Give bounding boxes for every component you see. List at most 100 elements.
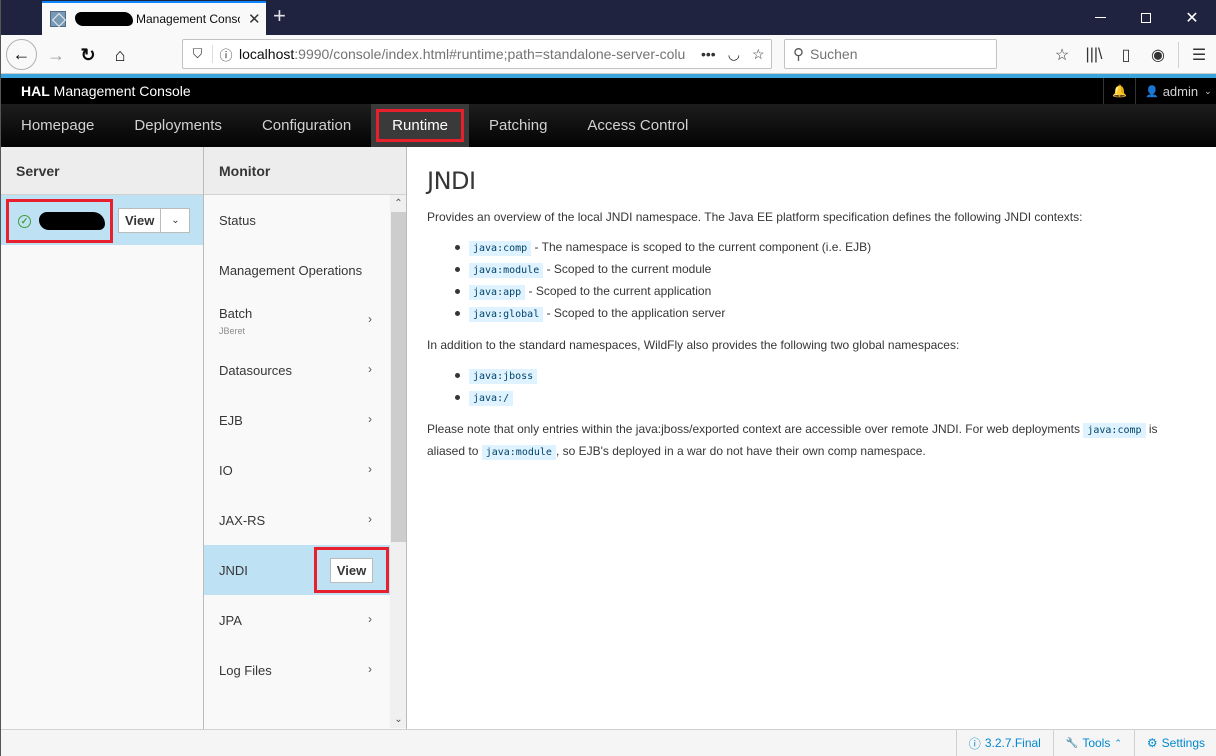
browser-titlebar: Management Console ✕ + ✕: [1, 0, 1216, 35]
list-item: java:/: [455, 387, 1197, 409]
hamburger-menu-icon[interactable]: ☰: [1183, 45, 1215, 65]
tracking-shield-icon[interactable]: ⛉: [183, 45, 213, 63]
server-column: Server ✓ View ⌄: [1, 147, 204, 729]
nav-access-control[interactable]: Access Control: [567, 104, 708, 147]
pocket-icon[interactable]: ◡: [728, 46, 740, 63]
monitor-item-datasources[interactable]: Datasources ›: [204, 345, 406, 395]
chevron-right-icon: ›: [368, 662, 372, 676]
server-column-header: Server: [1, 147, 203, 195]
intro-text: Provides an overview of the local JNDI n…: [427, 210, 1083, 224]
close-tab-icon[interactable]: ✕: [248, 10, 261, 28]
browser-tab[interactable]: Management Console ✕: [42, 1, 266, 35]
jndi-view-button[interactable]: View: [329, 557, 374, 583]
close-icon: ✕: [1185, 9, 1199, 27]
monitor-item-management-operations[interactable]: Management Operations: [204, 245, 406, 295]
monitor-list: Status Management Operations Batch JBere…: [204, 195, 406, 728]
list-item: java:global - Scoped to the application …: [455, 303, 1197, 325]
bookmark-star-icon[interactable]: ☆: [752, 46, 765, 63]
version-link[interactable]: ⓘ 3.2.7.Final: [955, 730, 1053, 756]
chevron-right-icon: ›: [368, 362, 372, 376]
server-actions: View ⌄: [118, 208, 191, 233]
toolbar-divider: [1178, 42, 1179, 68]
user-menu[interactable]: 👤 admin ⌄: [1137, 78, 1212, 104]
new-tab-button[interactable]: +: [273, 5, 286, 27]
monitor-item-jndi[interactable]: JNDI View: [204, 545, 406, 595]
arrow-left-icon: ←: [12, 44, 31, 64]
list-item: java:module - Scoped to the current modu…: [455, 259, 1197, 281]
bookmarks-toolbar-icon[interactable]: ☆: [1046, 45, 1078, 65]
monitor-scrollbar[interactable]: ⌃ ⌄: [390, 195, 406, 728]
hal-brand: HAL Management Console: [21, 83, 191, 99]
chevron-up-icon: ⌃: [1114, 737, 1122, 748]
page-title: JNDI: [427, 167, 476, 195]
user-icon: 👤: [1145, 85, 1159, 98]
notifications-button[interactable]: 🔔: [1103, 78, 1136, 104]
nav-configuration[interactable]: Configuration: [242, 104, 371, 147]
nav-patching[interactable]: Patching: [469, 104, 567, 147]
redacted-server-name: [39, 212, 105, 230]
tools-menu[interactable]: 🔧 Tools ⌃: [1052, 730, 1134, 756]
tab-title: Management Console: [136, 12, 240, 26]
maximize-icon: [1141, 12, 1151, 23]
monitor-item-microprofile-health[interactable]: MicroProfile Health: [204, 695, 406, 728]
settings-link[interactable]: ⚙ Settings: [1133, 730, 1216, 756]
minimize-button[interactable]: [1077, 0, 1123, 35]
hal-favicon-icon: [50, 11, 66, 27]
note-text: Please note that only entries within the…: [427, 422, 1158, 460]
url-text[interactable]: localhost:9990/console/index.html#runtim…: [239, 46, 693, 62]
scroll-up-icon[interactable]: ⌃: [390, 195, 406, 212]
server-dropdown-button[interactable]: ⌄: [161, 208, 191, 233]
monitor-item-log-files[interactable]: Log Files ›: [204, 645, 406, 695]
list-item: java:jboss: [455, 365, 1197, 387]
monitor-column: Monitor Status Management Operations Bat…: [204, 147, 407, 729]
scroll-down-icon[interactable]: ⌄: [390, 711, 406, 728]
back-button[interactable]: ←: [6, 39, 37, 70]
status-ok-icon: ✓: [18, 214, 31, 228]
search-input[interactable]: [810, 46, 980, 62]
nav-homepage[interactable]: Homepage: [1, 104, 114, 147]
search-bar[interactable]: ⚲: [784, 39, 997, 69]
list-item: java:comp - The namespace is scoped to t…: [455, 237, 1197, 259]
forward-button[interactable]: →: [41, 40, 71, 70]
monitor-item-batch[interactable]: Batch JBeret ›: [204, 295, 406, 345]
page-actions-icon[interactable]: •••: [701, 46, 716, 63]
close-window-button[interactable]: ✕: [1169, 0, 1215, 35]
search-icon: ⚲: [793, 46, 804, 63]
reload-button[interactable]: ↻: [73, 40, 103, 70]
monitor-column-header: Monitor: [204, 147, 406, 195]
footer: ⓘ 3.2.7.Final 🔧 Tools ⌃ ⚙ Settings: [1, 729, 1216, 756]
scroll-thumb[interactable]: [391, 212, 406, 542]
sidebar-icon[interactable]: ▯: [1110, 45, 1142, 65]
jndi-preview: JNDI Provides an overview of the local J…: [407, 147, 1216, 729]
nav-deployments[interactable]: Deployments: [114, 104, 242, 147]
hal-header: HAL Management Console 🔔 👤 admin ⌄: [1, 78, 1216, 104]
maximize-button[interactable]: [1123, 0, 1169, 35]
wrench-icon: 🔧: [1065, 737, 1079, 749]
context-list: java:comp - The namespace is scoped to t…: [455, 237, 1197, 325]
chevron-down-icon: ⌄: [1204, 85, 1212, 96]
info-icon: ⓘ: [968, 736, 981, 751]
home-button[interactable]: ⌂: [105, 40, 135, 70]
server-view-button[interactable]: View: [118, 208, 162, 233]
reload-icon: ↻: [80, 44, 96, 65]
chevron-right-icon: ›: [368, 512, 372, 526]
site-info-icon[interactable]: ⓘ: [213, 45, 239, 64]
chevron-right-icon: ›: [368, 312, 372, 326]
monitor-item-status[interactable]: Status: [204, 195, 406, 245]
server-row[interactable]: ✓ View ⌄: [1, 195, 203, 245]
nav-runtime[interactable]: Runtime: [371, 104, 470, 147]
url-bar[interactable]: ⛉ ⓘ localhost:9990/console/index.html#ru…: [182, 39, 772, 69]
monitor-item-ejb[interactable]: EJB ›: [204, 395, 406, 445]
jndi-view-highlight: View: [314, 547, 389, 593]
chevron-right-icon: ›: [368, 462, 372, 476]
library-icon[interactable]: |||\: [1078, 46, 1110, 64]
chevron-right-icon: ›: [368, 412, 372, 426]
account-icon[interactable]: ◉: [1142, 45, 1174, 65]
url-path: :9990/console/index.html#runtime;path=st…: [294, 46, 686, 62]
monitor-item-jpa[interactable]: JPA ›: [204, 595, 406, 645]
url-host: localhost: [239, 46, 295, 62]
monitor-item-jax-rs[interactable]: JAX-RS ›: [204, 495, 406, 545]
global-namespace-list: java:jboss java:/: [455, 365, 1197, 409]
monitor-item-io[interactable]: IO ›: [204, 445, 406, 495]
chevron-right-icon: ›: [368, 612, 372, 626]
